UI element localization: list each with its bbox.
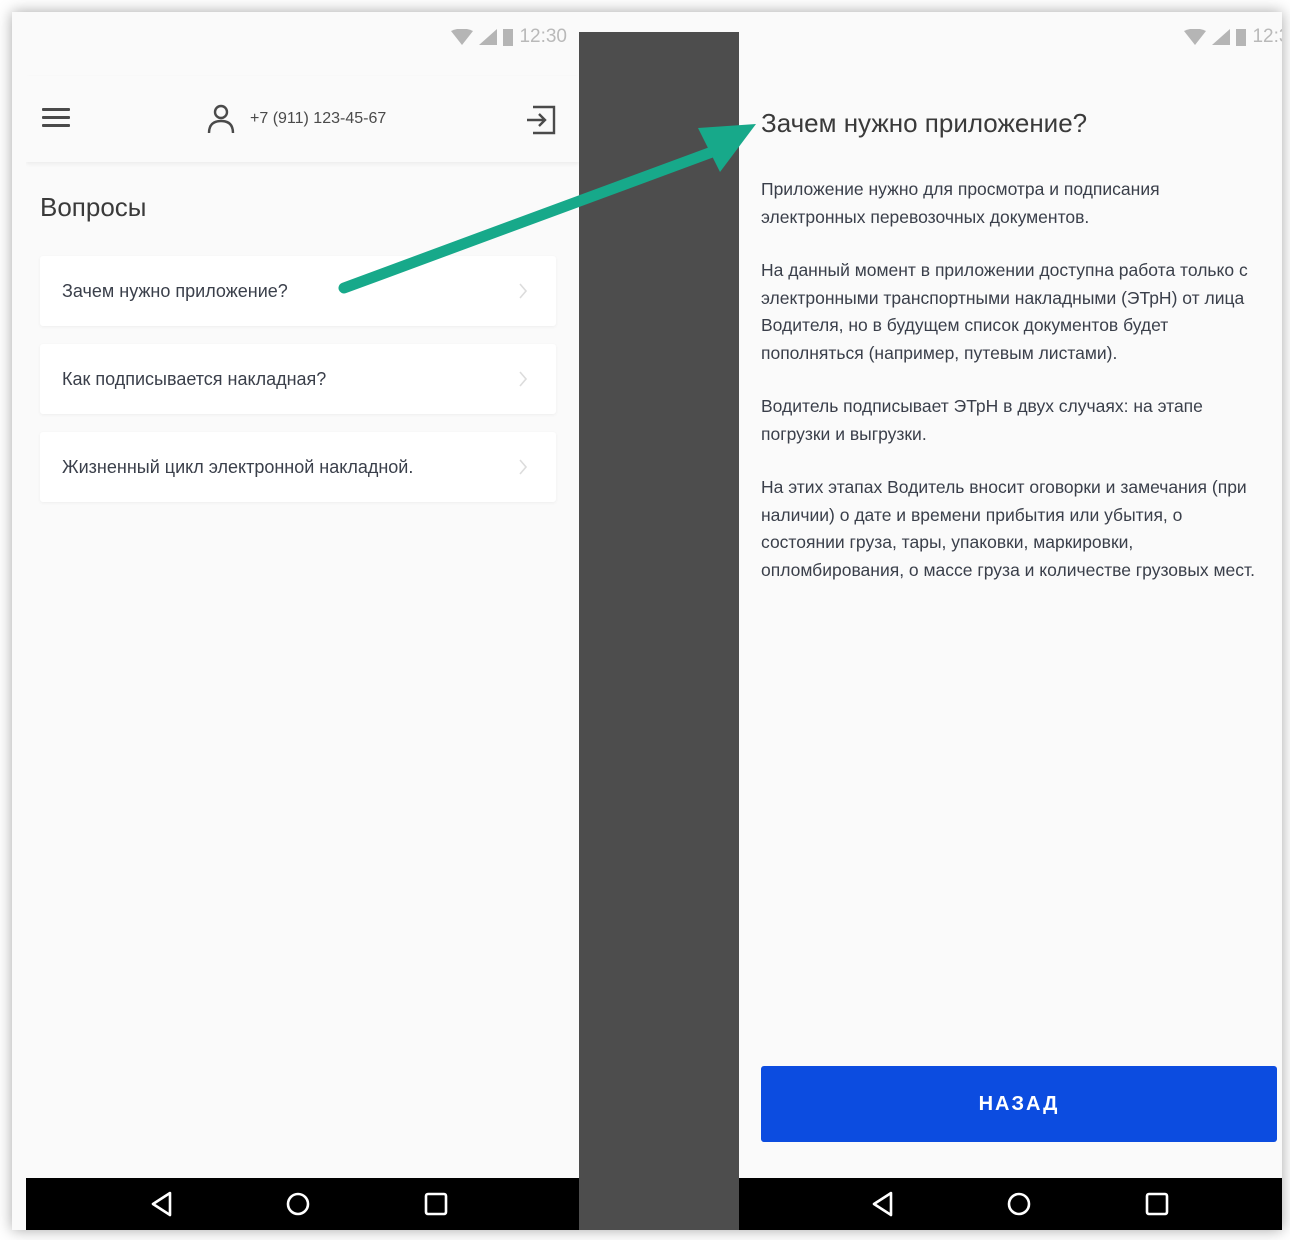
section-title: Вопросы [40, 192, 147, 222]
signal-icon [1212, 29, 1231, 45]
logout-icon[interactable] [525, 104, 557, 136]
faq-item-lifecycle[interactable]: Жизненный цикл электронной накладной. [40, 432, 556, 502]
answer-body: Приложение нужно для просмотра и подписа… [761, 176, 1261, 610]
back-triangle-icon[interactable] [869, 1190, 897, 1218]
screen-divider [579, 32, 739, 1230]
faq-item-label: Жизненный цикл электронной накладной. [62, 456, 414, 477]
app-header: +7 (911) 123-45-67 [26, 76, 579, 162]
chevron-right-icon [519, 371, 528, 387]
answer-paragraph: На данный момент в приложении доступна р… [761, 260, 1248, 363]
status-time: 12:30 [519, 26, 567, 47]
home-circle-icon[interactable] [284, 1190, 312, 1218]
faq-item-label: Как подписывается накладная? [62, 368, 327, 389]
faq-item-label: Зачем нужно приложение? [62, 280, 288, 301]
answer-paragraph: Приложение нужно для просмотра и подписа… [761, 179, 1160, 227]
questions-screen: 12:30 +7 (911) 123-45-67 Вопросы Зачем н… [26, 12, 579, 1230]
screenshot-frame: 12:30 +7 (911) 123-45-67 Вопросы Зачем н… [12, 12, 1282, 1230]
battery-icon [503, 29, 514, 46]
android-nav-bar [739, 1178, 1282, 1230]
battery-icon [1236, 29, 1247, 46]
wifi-icon [1184, 29, 1207, 45]
back-triangle-icon[interactable] [148, 1190, 176, 1218]
faq-list: Зачем нужно приложение? Как подписываетс… [40, 256, 556, 520]
user-phone: +7 (911) 123-45-67 [250, 110, 387, 127]
user-icon [207, 104, 235, 134]
android-nav-bar [26, 1178, 579, 1230]
answer-paragraph: Водитель подписывает ЭТрН в двух случаях… [761, 396, 1203, 444]
recents-square-icon[interactable] [422, 1190, 450, 1218]
answer-screen: 12:30 Зачем нужно приложение? Приложение… [739, 12, 1282, 1230]
chevron-right-icon [519, 459, 528, 475]
back-button[interactable]: НАЗАД [761, 1066, 1277, 1142]
status-bar: 12:30 [26, 12, 579, 60]
status-icons: 12:30 [451, 26, 567, 48]
hamburger-menu-icon[interactable] [42, 108, 70, 130]
chevron-right-icon [519, 283, 528, 299]
answer-paragraph: На этих этапах Водитель вносит оговорки … [761, 477, 1255, 580]
recents-square-icon[interactable] [1143, 1190, 1171, 1218]
faq-item-why-app[interactable]: Зачем нужно приложение? [40, 256, 556, 326]
signal-icon [479, 29, 498, 45]
faq-item-how-sign[interactable]: Как подписывается накладная? [40, 344, 556, 414]
home-circle-icon[interactable] [1005, 1190, 1033, 1218]
status-bar: 12:30 [739, 12, 1282, 60]
status-icons: 12:30 [1184, 26, 1282, 48]
status-time: 12:30 [1252, 26, 1282, 47]
user-info: +7 (911) 123-45-67 [206, 104, 386, 134]
wifi-icon [451, 29, 474, 45]
answer-title: Зачем нужно приложение? [761, 108, 1088, 138]
